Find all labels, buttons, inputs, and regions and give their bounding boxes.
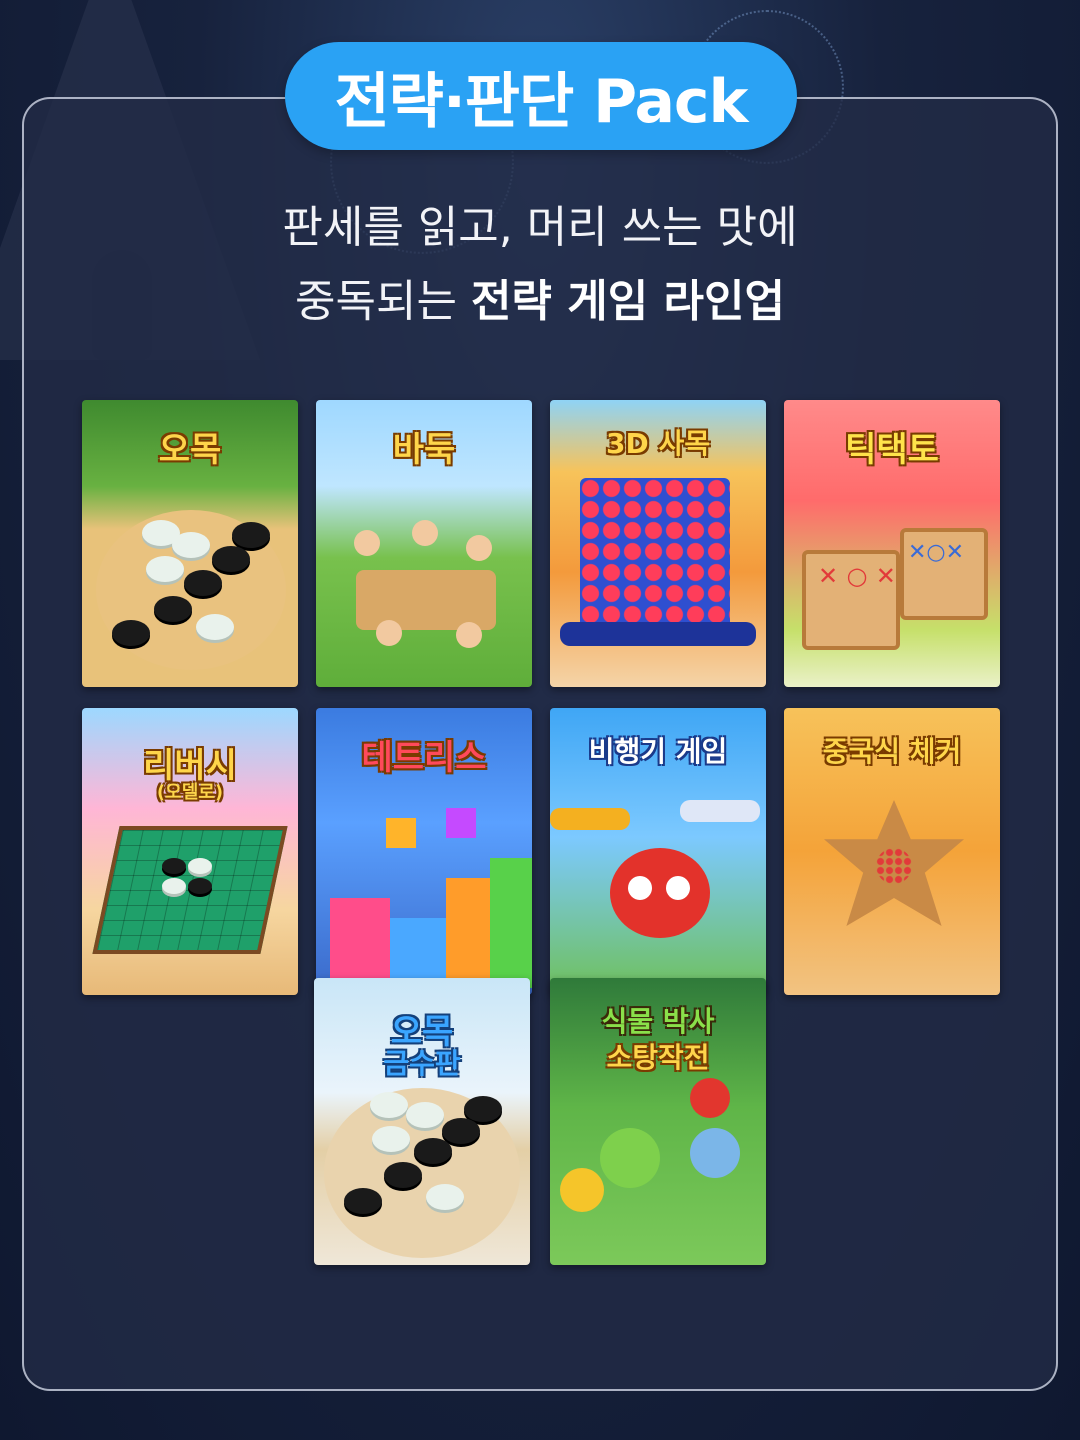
- game-card-title: 틱택토: [845, 430, 939, 470]
- subtitle-highlight: 전략 게임 라인업: [470, 276, 785, 327]
- game-card-title: 식물 박사: [601, 1005, 715, 1038]
- connect-four-icon: [580, 478, 730, 628]
- game-card-connect-four[interactable]: 3D 사목: [550, 400, 766, 687]
- subtitle-line-2: 중독되는 전략 게임 라인업: [0, 272, 1080, 332]
- subtitle-line-1: 판세를 읽고, 머리 쓰는 맛에: [282, 202, 798, 253]
- game-card-baduk[interactable]: 바둑: [316, 400, 532, 687]
- game-card-chinese-checkers[interactable]: 중국식 체커: [784, 708, 1000, 995]
- pack-title: 전략·판단 Pack: [334, 66, 749, 137]
- pack-title-pill: 전략·판단 Pack: [285, 42, 797, 150]
- game-card-title: 바둑: [392, 430, 456, 470]
- game-card-gomoku[interactable]: 오목: [82, 400, 298, 687]
- game-card-title: 오목: [158, 430, 222, 470]
- tetris-blocks-icon: [330, 898, 390, 988]
- baduk-kids-icon: [356, 570, 496, 630]
- game-card-gomoku-snow[interactable]: 오목 금수판: [314, 978, 530, 1265]
- game-card-title: 3D 사목: [606, 427, 710, 460]
- game-card-tetris[interactable]: 테트리스: [316, 708, 532, 995]
- game-card-plant-battle[interactable]: 식물 박사 소탕작전: [550, 978, 766, 1265]
- plant-battle-icon: [600, 1128, 660, 1188]
- game-card-subtitle: 소탕작전: [606, 1041, 710, 1074]
- game-card-airplane[interactable]: 비행기 게임: [550, 708, 766, 995]
- game-card-tictactoe[interactable]: 틱택토 ✕ ○ ✕ ✕○✕: [784, 400, 1000, 687]
- subtitle-prefix: 중독되는: [295, 276, 471, 327]
- game-card-title: 비행기 게임: [588, 735, 728, 768]
- game-card-title: 중국식 체커: [822, 735, 962, 768]
- airplane-icon: [610, 848, 710, 938]
- game-card-subtitle: 금수판: [383, 1047, 461, 1080]
- game-card-title: 테트리스: [361, 738, 487, 778]
- game-card-subtitle: (오델로): [156, 782, 224, 803]
- game-card-reversi[interactable]: 리버시 (오델로): [82, 708, 298, 995]
